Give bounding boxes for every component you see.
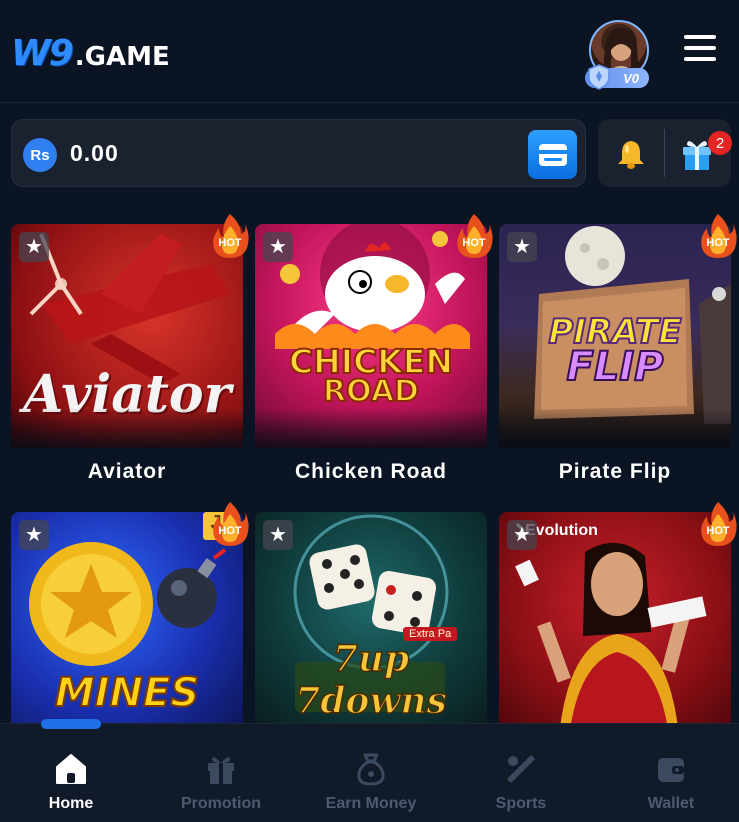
svg-text:HOT: HOT bbox=[218, 525, 242, 537]
nav-label: Promotion bbox=[181, 795, 261, 812]
vip-shield-icon bbox=[588, 64, 610, 90]
nav-active-indicator bbox=[41, 719, 101, 729]
thumb-fade bbox=[499, 408, 731, 448]
nav-item-promotion[interactable]: Promotion bbox=[146, 724, 296, 822]
favorite-star-icon[interactable]: ★ bbox=[19, 232, 49, 262]
nav-item-home[interactable]: Home bbox=[0, 724, 146, 822]
svg-text:HOT: HOT bbox=[706, 237, 730, 249]
nav-item-sports[interactable]: Sports bbox=[446, 724, 596, 822]
hot-badge-icon: HOT bbox=[701, 502, 737, 546]
nav-label: Wallet bbox=[647, 795, 695, 812]
money-bag-icon bbox=[357, 753, 385, 786]
home-icon bbox=[56, 754, 86, 784]
divider bbox=[664, 129, 665, 177]
sports-icon bbox=[507, 755, 535, 783]
favorite-star-icon[interactable]: ★ bbox=[507, 520, 537, 550]
gift-count-badge: 2 bbox=[708, 131, 732, 155]
nav-item-wallet[interactable]: Wallet bbox=[596, 724, 739, 822]
thumb-title: MINES bbox=[54, 669, 200, 717]
nav-label: Home bbox=[48, 795, 94, 812]
game-name: Pirate Flip bbox=[558, 460, 672, 483]
svg-text:HOT: HOT bbox=[218, 237, 242, 249]
nav-item-earn-money[interactable]: Earn Money bbox=[296, 724, 446, 822]
game-name: Chicken Road bbox=[294, 460, 448, 483]
notification-bar: 2 bbox=[598, 119, 732, 187]
nav-label: Earn Money bbox=[325, 795, 417, 812]
gift-icon bbox=[208, 757, 234, 784]
deposit-button[interactable] bbox=[528, 130, 577, 179]
thumb-fade bbox=[255, 408, 487, 448]
bottom-nav: Home Promotion Earn Money Sports Wallet bbox=[0, 723, 739, 822]
svg-text:HOT: HOT bbox=[462, 237, 486, 249]
game-card-pirate-flip[interactable]: PIRATE FLIP ★ HOT Pirate Flip bbox=[499, 214, 737, 504]
favorite-star-icon[interactable]: ★ bbox=[507, 232, 537, 262]
hot-badge-icon: HOT bbox=[213, 214, 249, 258]
vip-level: V0 bbox=[623, 70, 639, 86]
bell-icon[interactable] bbox=[614, 137, 648, 171]
user-avatar-button[interactable]: V0 bbox=[585, 20, 651, 90]
favorite-star-icon[interactable]: ★ bbox=[263, 232, 293, 262]
hot-badge-icon: HOT bbox=[701, 214, 737, 258]
favorite-star-icon[interactable]: ★ bbox=[19, 520, 49, 550]
thumb-title-line2: FLIP bbox=[565, 343, 664, 391]
hamburger-menu-icon[interactable] bbox=[684, 35, 716, 65]
hot-badge-icon: HOT bbox=[213, 502, 249, 546]
thumb-title-line2: ROAD bbox=[322, 373, 420, 410]
balance-amount: 0.00 bbox=[70, 140, 119, 166]
rupee-icon: Rs bbox=[23, 138, 57, 172]
hot-badge-icon: HOT bbox=[457, 214, 493, 258]
thumb-title: 7up 7downs bbox=[294, 637, 447, 723]
site-logo[interactable]: W9 .GAME bbox=[11, 32, 170, 74]
wallet-icon bbox=[658, 758, 684, 782]
logo-mark: W9 bbox=[11, 33, 74, 74]
svg-text:HOT: HOT bbox=[706, 525, 730, 537]
balance-bar: Rs 0.00 bbox=[11, 119, 586, 187]
game-card-aviator[interactable]: Aviator ★ HOT Aviator bbox=[11, 214, 249, 504]
game-card-chicken-road[interactable]: CHICKEN ROAD ★ HOT Chicken Road bbox=[255, 214, 493, 504]
logo-word: .GAME bbox=[74, 42, 170, 72]
thumb-fade bbox=[11, 408, 243, 448]
wallet-card-icon bbox=[538, 143, 567, 166]
nav-label: Sports bbox=[495, 795, 547, 812]
header: W9 .GAME V0 bbox=[0, 0, 739, 103]
vip-badge: V0 bbox=[585, 64, 649, 90]
favorite-star-icon[interactable]: ★ bbox=[263, 520, 293, 550]
game-name: Aviator bbox=[87, 460, 167, 483]
